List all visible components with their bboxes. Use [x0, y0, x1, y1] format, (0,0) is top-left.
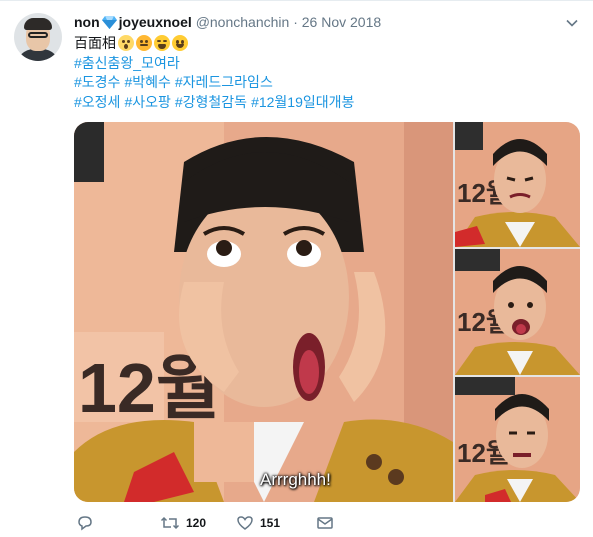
tweet-text: 百面相 #춤신춤왕_모여라 #도경수 #박혜수 #자레드그라임스 #오정세 #사오팡 #… [74, 34, 574, 112]
hashtag-line-1: #춤신춤왕_모여라 [74, 54, 574, 74]
emoji-eye [122, 40, 125, 43]
heart-icon [236, 514, 254, 532]
main-photo[interactable]: 12월 Arrrghhh! [74, 122, 453, 502]
emoji-mouth [140, 44, 148, 46]
thumbnail-illustration: 12월 [455, 122, 580, 247]
dm-button[interactable] [316, 513, 334, 533]
retweet-icon [160, 514, 180, 532]
tweet-text-line-1: 百面相 [74, 34, 574, 54]
grin-emoji [172, 35, 188, 51]
tweet-card[interactable]: non joyeuxnoel @nonchanchin · 26 Nov 2018… [0, 0, 593, 537]
hashtag-line-3: #오정세 #사오팡 #강형철감독 #12월19일대개봉 [74, 93, 574, 113]
hashtag-link[interactable]: #박혜수 [124, 74, 170, 90]
reply-button[interactable] [76, 513, 100, 533]
user-handle[interactable]: @nonchanchin [196, 14, 290, 30]
hashtag-link[interactable]: #사오팡 [124, 94, 170, 110]
retweet-count: 120 [186, 516, 207, 530]
thumbnail-illustration: 12월 [455, 377, 580, 502]
emoji-eye [157, 40, 161, 42]
scream-emoji [118, 35, 134, 51]
emoji-eye [140, 40, 143, 43]
emoji-eye [127, 40, 130, 43]
emoji-eye [163, 40, 167, 42]
display-name[interactable]: non joyeuxnoel [74, 14, 192, 30]
hashtag-link[interactable]: #도경수 [74, 74, 120, 90]
thumbnail-photo-1[interactable]: 12월 [455, 122, 580, 247]
like-button[interactable]: 151 [236, 513, 280, 533]
main-photo-illustration: 12월 [74, 122, 453, 502]
reply-icon [76, 514, 94, 532]
emoji-mouth [176, 44, 184, 48]
hashtag-link[interactable]: #오정세 [74, 94, 120, 110]
hashtag-link[interactable]: #춤신춤왕_모여라 [74, 55, 180, 71]
like-count: 151 [260, 516, 281, 530]
steam-emoji [136, 35, 152, 51]
avatar-glasses [28, 32, 48, 38]
tweet-text-prefix: 百面相 [74, 35, 116, 51]
thumbnail-illustration: 12월 [455, 249, 580, 375]
emoji-mouth [124, 44, 128, 49]
envelope-icon [316, 515, 334, 531]
hashtag-line-2: #도경수 #박혜수 #자레드그라임스 [74, 73, 574, 93]
hashtag-link[interactable]: #강형철감독 [175, 94, 247, 110]
separator-dot: · [293, 14, 298, 30]
display-name-suffix[interactable]: joyeuxnoel [119, 14, 192, 30]
tired-emoji [154, 35, 170, 51]
avatar[interactable] [14, 13, 62, 61]
avatar-hair [24, 18, 52, 30]
hashtag-link[interactable]: #12월19일대개봉 [251, 94, 354, 110]
retweet-button[interactable]: 120 [160, 513, 206, 533]
thumbnail-photo-2[interactable]: 12월 [455, 249, 580, 375]
hashtag-link[interactable]: #자레드그라임스 [175, 74, 273, 90]
thumbnail-photo-3[interactable]: 12월 [455, 377, 580, 502]
tweet-date[interactable]: 26 Nov 2018 [302, 14, 381, 30]
emoji-eye [145, 40, 148, 43]
tweet-header: non joyeuxnoel @nonchanchin · 26 Nov 2018 [74, 13, 381, 33]
image-caption: Arrrghhh! [260, 470, 331, 489]
emoji-mouth [158, 44, 166, 49]
media-grid: 12월 Arrrghhh! 12월 12월 12월 [74, 122, 580, 502]
chevron-down-icon[interactable] [564, 15, 580, 31]
blue-diamond-icon [101, 15, 117, 33]
tweet-actions: 120 151 [76, 513, 556, 533]
display-name-text[interactable]: non [74, 14, 100, 30]
